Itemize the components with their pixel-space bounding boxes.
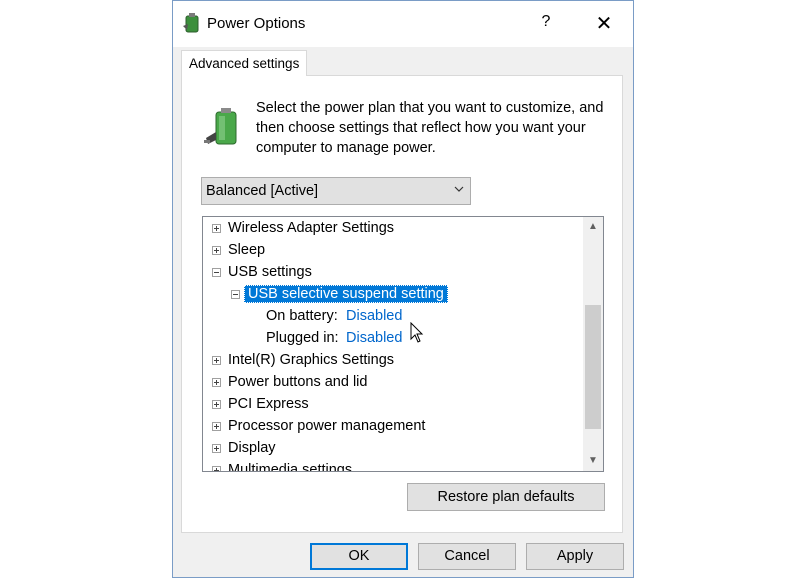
power-plan-value: Balanced [Active] <box>206 183 319 199</box>
expand-icon[interactable] <box>212 444 221 453</box>
settings-tree[interactable]: Wireless Adapter Settings Sleep USB sett… <box>202 216 604 472</box>
expand-icon[interactable] <box>212 422 221 431</box>
restore-plan-defaults-button[interactable]: Restore plan defaults <box>407 483 605 511</box>
close-button[interactable]: ✕ <box>587 11 621 37</box>
cancel-button[interactable]: Cancel <box>418 543 516 570</box>
window-title: Power Options <box>207 15 306 32</box>
power-options-dialog: Power Options ? ✕ Advanced settings Sele… <box>172 0 634 578</box>
scroll-thumb[interactable] <box>585 305 601 429</box>
title-bar[interactable]: Power Options ? ✕ <box>173 1 633 47</box>
scroll-down-arrow-icon[interactable]: ▼ <box>583 451 603 471</box>
power-options-icon <box>183 13 199 33</box>
description-text: Select the power plan that you want to c… <box>256 100 604 156</box>
tab-advanced-settings[interactable]: Advanced settings <box>181 50 307 76</box>
on-battery-value-link[interactable]: Disabled <box>346 308 402 324</box>
battery-plug-icon <box>204 108 237 145</box>
tree-scrollbar[interactable]: ▲ ▼ <box>583 217 603 471</box>
advanced-settings-panel: Select the power plan that you want to c… <box>181 75 623 533</box>
mouse-cursor-icon <box>410 322 424 343</box>
expand-icon[interactable] <box>212 246 221 255</box>
apply-button[interactable]: Apply <box>526 543 624 570</box>
expand-icon[interactable] <box>212 400 221 409</box>
expand-icon[interactable] <box>212 356 221 365</box>
scroll-up-arrow-icon[interactable]: ▲ <box>583 217 603 237</box>
ok-button[interactable]: OK <box>310 543 408 570</box>
chevron-down-icon <box>454 186 464 192</box>
collapse-icon[interactable] <box>231 290 240 299</box>
expand-icon[interactable] <box>212 466 221 471</box>
collapse-icon[interactable] <box>212 268 221 277</box>
power-plan-select[interactable]: Balanced [Active] <box>201 177 471 205</box>
expand-icon[interactable] <box>212 224 221 233</box>
expand-icon[interactable] <box>212 378 221 387</box>
plugged-in-value-link[interactable]: Disabled <box>346 330 402 346</box>
help-button[interactable]: ? <box>531 13 561 35</box>
